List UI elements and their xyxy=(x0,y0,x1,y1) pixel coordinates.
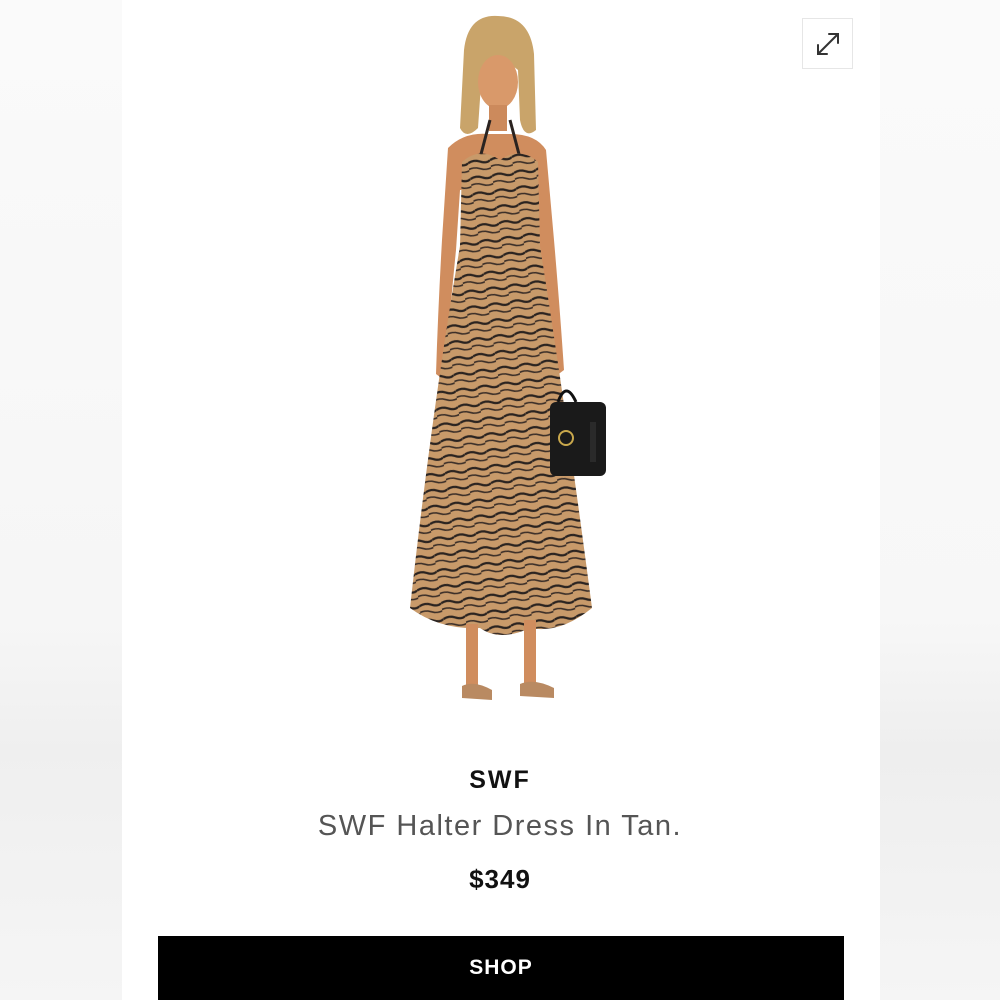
expand-icon xyxy=(816,32,839,55)
right-blur-panel xyxy=(880,0,1000,1000)
brand-name: SWF xyxy=(469,766,531,794)
left-blur-panel xyxy=(0,0,122,1000)
product-price: $349 xyxy=(469,864,531,894)
product-image[interactable] xyxy=(380,10,620,720)
expand-button[interactable] xyxy=(802,18,853,69)
product-title[interactable]: SWF Halter Dress In Tan. xyxy=(0,810,1000,843)
shop-button[interactable]: SHOP xyxy=(158,936,844,1000)
